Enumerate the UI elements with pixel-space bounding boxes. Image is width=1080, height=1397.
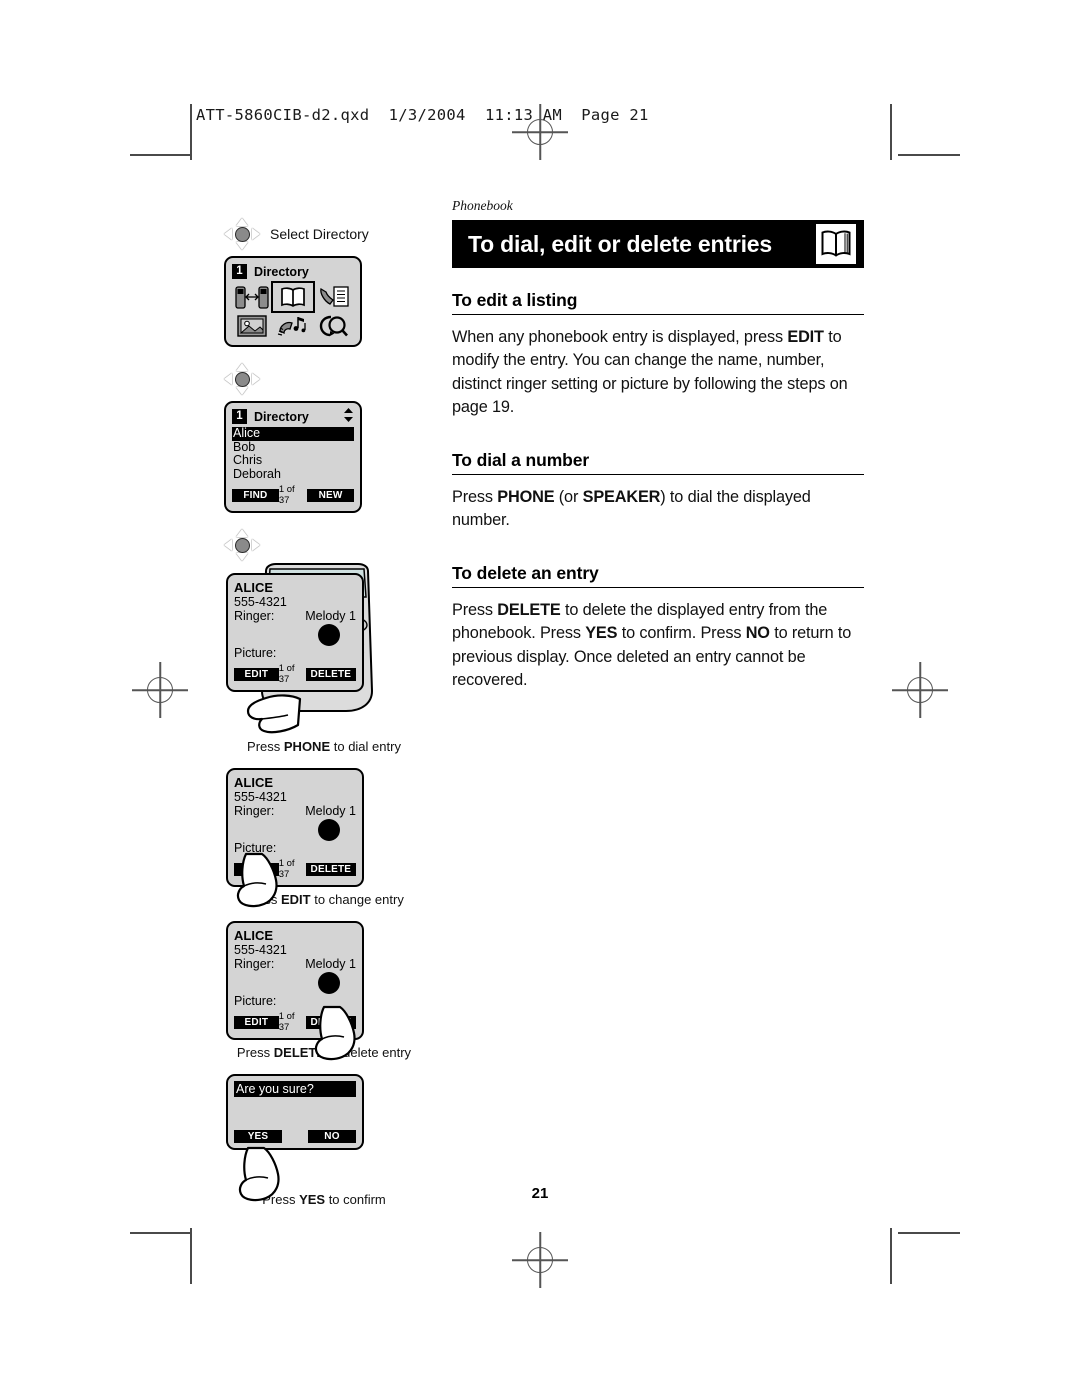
pointing-hand-icon	[246, 694, 302, 734]
nav-select-directory-row: Select Directory	[224, 218, 424, 250]
list-softkey-bar: FIND 1 of 37 NEW	[232, 484, 354, 506]
registration-mark-right	[892, 662, 948, 718]
entry-ringer-value: Melody 1	[305, 804, 356, 818]
section-heading-dial-a-number: To dial a number	[452, 450, 864, 475]
ringer-melody-icon[interactable]	[273, 312, 313, 340]
lcd-directory-list-screen: 1 Directory Alice Bob Chris Deborah FIND…	[224, 401, 362, 513]
nav-scroll-row	[224, 363, 424, 395]
illustration-column: Select Directory 1 Directory 1 Directory…	[224, 218, 424, 1207]
crop-mark-top-left-horizontal	[130, 154, 192, 156]
lcd-list-header: 1 Directory	[232, 408, 354, 425]
section-heading-edit-a-listing: To edit a listing	[452, 290, 864, 315]
entry-number: 555-4321	[234, 595, 287, 609]
entry-counter: 1 of 37	[278, 1011, 295, 1033]
entry-name: ALICE	[234, 928, 273, 943]
list-item[interactable]: Bob	[232, 440, 354, 455]
directory-entry-list: Alice Bob Chris Deborah	[232, 426, 354, 482]
lcd-menu-screen: 1 Directory	[224, 256, 362, 347]
entry-ringer-value: Melody 1	[305, 957, 356, 971]
lcd-menu-header: 1 Directory	[232, 263, 354, 280]
list-title: Directory	[254, 409, 309, 424]
picture-frame-icon[interactable]	[232, 312, 272, 340]
lcd-confirm-screen: Are you sure? YES NO	[226, 1074, 364, 1150]
edit-softkey[interactable]: EDIT	[234, 1015, 279, 1029]
list-item[interactable]: Chris	[232, 453, 354, 468]
confirm-spacer	[234, 1097, 356, 1127]
entry-edit-group: ALICE 555-4321 Ringer: Melody 1 Picture:…	[224, 768, 424, 908]
nav-select-entry-row	[224, 529, 424, 561]
article-content: Phonebook To dial, edit or delete entrie…	[452, 198, 864, 693]
entry-picture-label: Picture:	[234, 646, 277, 660]
confirm-group: Are you sure? YES NO	[224, 1074, 424, 1202]
menu-title: Directory	[254, 264, 309, 279]
navigation-pad-icon	[224, 363, 260, 395]
print-slug: ATT-5860CIB-d2.qxd 1/3/2004 11:13 AM Pag…	[196, 106, 649, 124]
delete-softkey[interactable]: DELETE	[305, 667, 356, 681]
entry-ringer-label: Ringer:	[234, 804, 275, 818]
list-item[interactable]: Alice	[232, 426, 354, 441]
caption-press-phone: Press PHONE to dial entry	[247, 739, 401, 754]
navigation-pad-icon	[224, 218, 260, 250]
confirm-softkey-bar: YES NO	[234, 1130, 356, 1143]
entry-number: 555-4321	[234, 943, 287, 957]
list-counter: 1 of 37	[278, 484, 295, 506]
handset-illustration-group: ALICE 555-4321 Ringer: Melody 1 Picture:…	[224, 559, 424, 739]
picture-thumbnail-placeholder	[318, 972, 340, 994]
no-softkey[interactable]: NO	[308, 1130, 356, 1143]
confirm-prompt: Are you sure?	[234, 1081, 356, 1097]
lcd-entry-screen-dial: ALICE 555-4321 Ringer: Melody 1 Picture:…	[226, 573, 364, 692]
crop-mark-top-left-vertical	[190, 104, 192, 160]
page-number: 21	[531, 1185, 549, 1202]
entry-counter: 1 of 37	[278, 663, 295, 685]
edit-softkey[interactable]: EDIT	[234, 667, 279, 681]
section-kicker: Phonebook	[452, 198, 513, 213]
section-heading-delete-an-entry: To delete an entry	[452, 563, 864, 588]
section-paragraph-edit-a-listing: When any phonebook entry is displayed, p…	[452, 328, 848, 417]
nav-select-directory-label: Select Directory	[270, 226, 369, 242]
new-softkey[interactable]: NEW	[307, 488, 354, 502]
menu-icon-grid	[232, 281, 354, 340]
crop-mark-bottom-right-vertical	[890, 1228, 892, 1284]
yes-softkey[interactable]: YES	[234, 1130, 282, 1143]
entry-ringer-row: Ringer: Melody 1	[234, 804, 356, 818]
picture-thumbnail-placeholder	[318, 819, 340, 841]
page-title: To dial, edit or delete entries	[468, 230, 772, 257]
entry-softkey-bar: EDIT 1 of 37 DELETE	[234, 663, 356, 685]
menu-index-badge: 1	[232, 264, 247, 279]
directory-book-icon[interactable]	[271, 281, 315, 313]
entry-ringer-label: Ringer:	[234, 609, 275, 623]
crop-mark-bottom-right-horizontal	[898, 1232, 960, 1234]
list-item[interactable]: Deborah	[232, 467, 354, 482]
call-log-icon[interactable]	[314, 283, 354, 311]
section-paragraph-delete-an-entry: Press DELETE to delete the displayed ent…	[452, 600, 852, 690]
caller-id-search-icon[interactable]	[314, 312, 354, 340]
delete-softkey[interactable]: DELETE	[305, 862, 356, 876]
open-book-icon	[816, 224, 856, 264]
crop-mark-top-right-vertical	[890, 104, 892, 160]
navigation-pad-icon	[224, 529, 260, 561]
registration-mark-left	[132, 662, 188, 718]
document-page: ATT-5860CIB-d2.qxd 1/3/2004 11:13 AM Pag…	[0, 0, 1080, 1397]
entry-name: ALICE	[234, 775, 273, 790]
up-down-arrows-icon[interactable]	[343, 408, 354, 425]
intercom-handsets-icon[interactable]	[232, 283, 272, 311]
list-index-badge: 1	[232, 409, 247, 424]
entry-ringer-row: Ringer: Melody 1	[234, 957, 356, 971]
entry-delete-group: ALICE 555-4321 Ringer: Melody 1 Picture:…	[224, 921, 424, 1061]
registration-mark-bottom	[512, 1232, 568, 1288]
page-title-bar: To dial, edit or delete entries	[452, 220, 864, 268]
picture-thumbnail-placeholder	[318, 624, 340, 646]
crop-mark-bottom-left-horizontal	[130, 1232, 192, 1234]
find-softkey[interactable]: FIND	[232, 488, 279, 502]
pointing-hand-icon	[236, 852, 278, 908]
crop-mark-bottom-left-vertical	[190, 1228, 192, 1284]
entry-ringer-label: Ringer:	[234, 957, 275, 971]
entry-ringer-value: Melody 1	[305, 609, 356, 623]
entry-ringer-row: Ringer: Melody 1	[234, 609, 356, 623]
entry-number: 555-4321	[234, 790, 287, 804]
section-paragraph-dial-a-number: Press PHONE (or SPEAKER) to dial the dis…	[452, 487, 811, 530]
entry-name: ALICE	[234, 580, 273, 595]
crop-mark-top-right-horizontal	[898, 154, 960, 156]
pointing-hand-icon	[314, 1005, 356, 1061]
